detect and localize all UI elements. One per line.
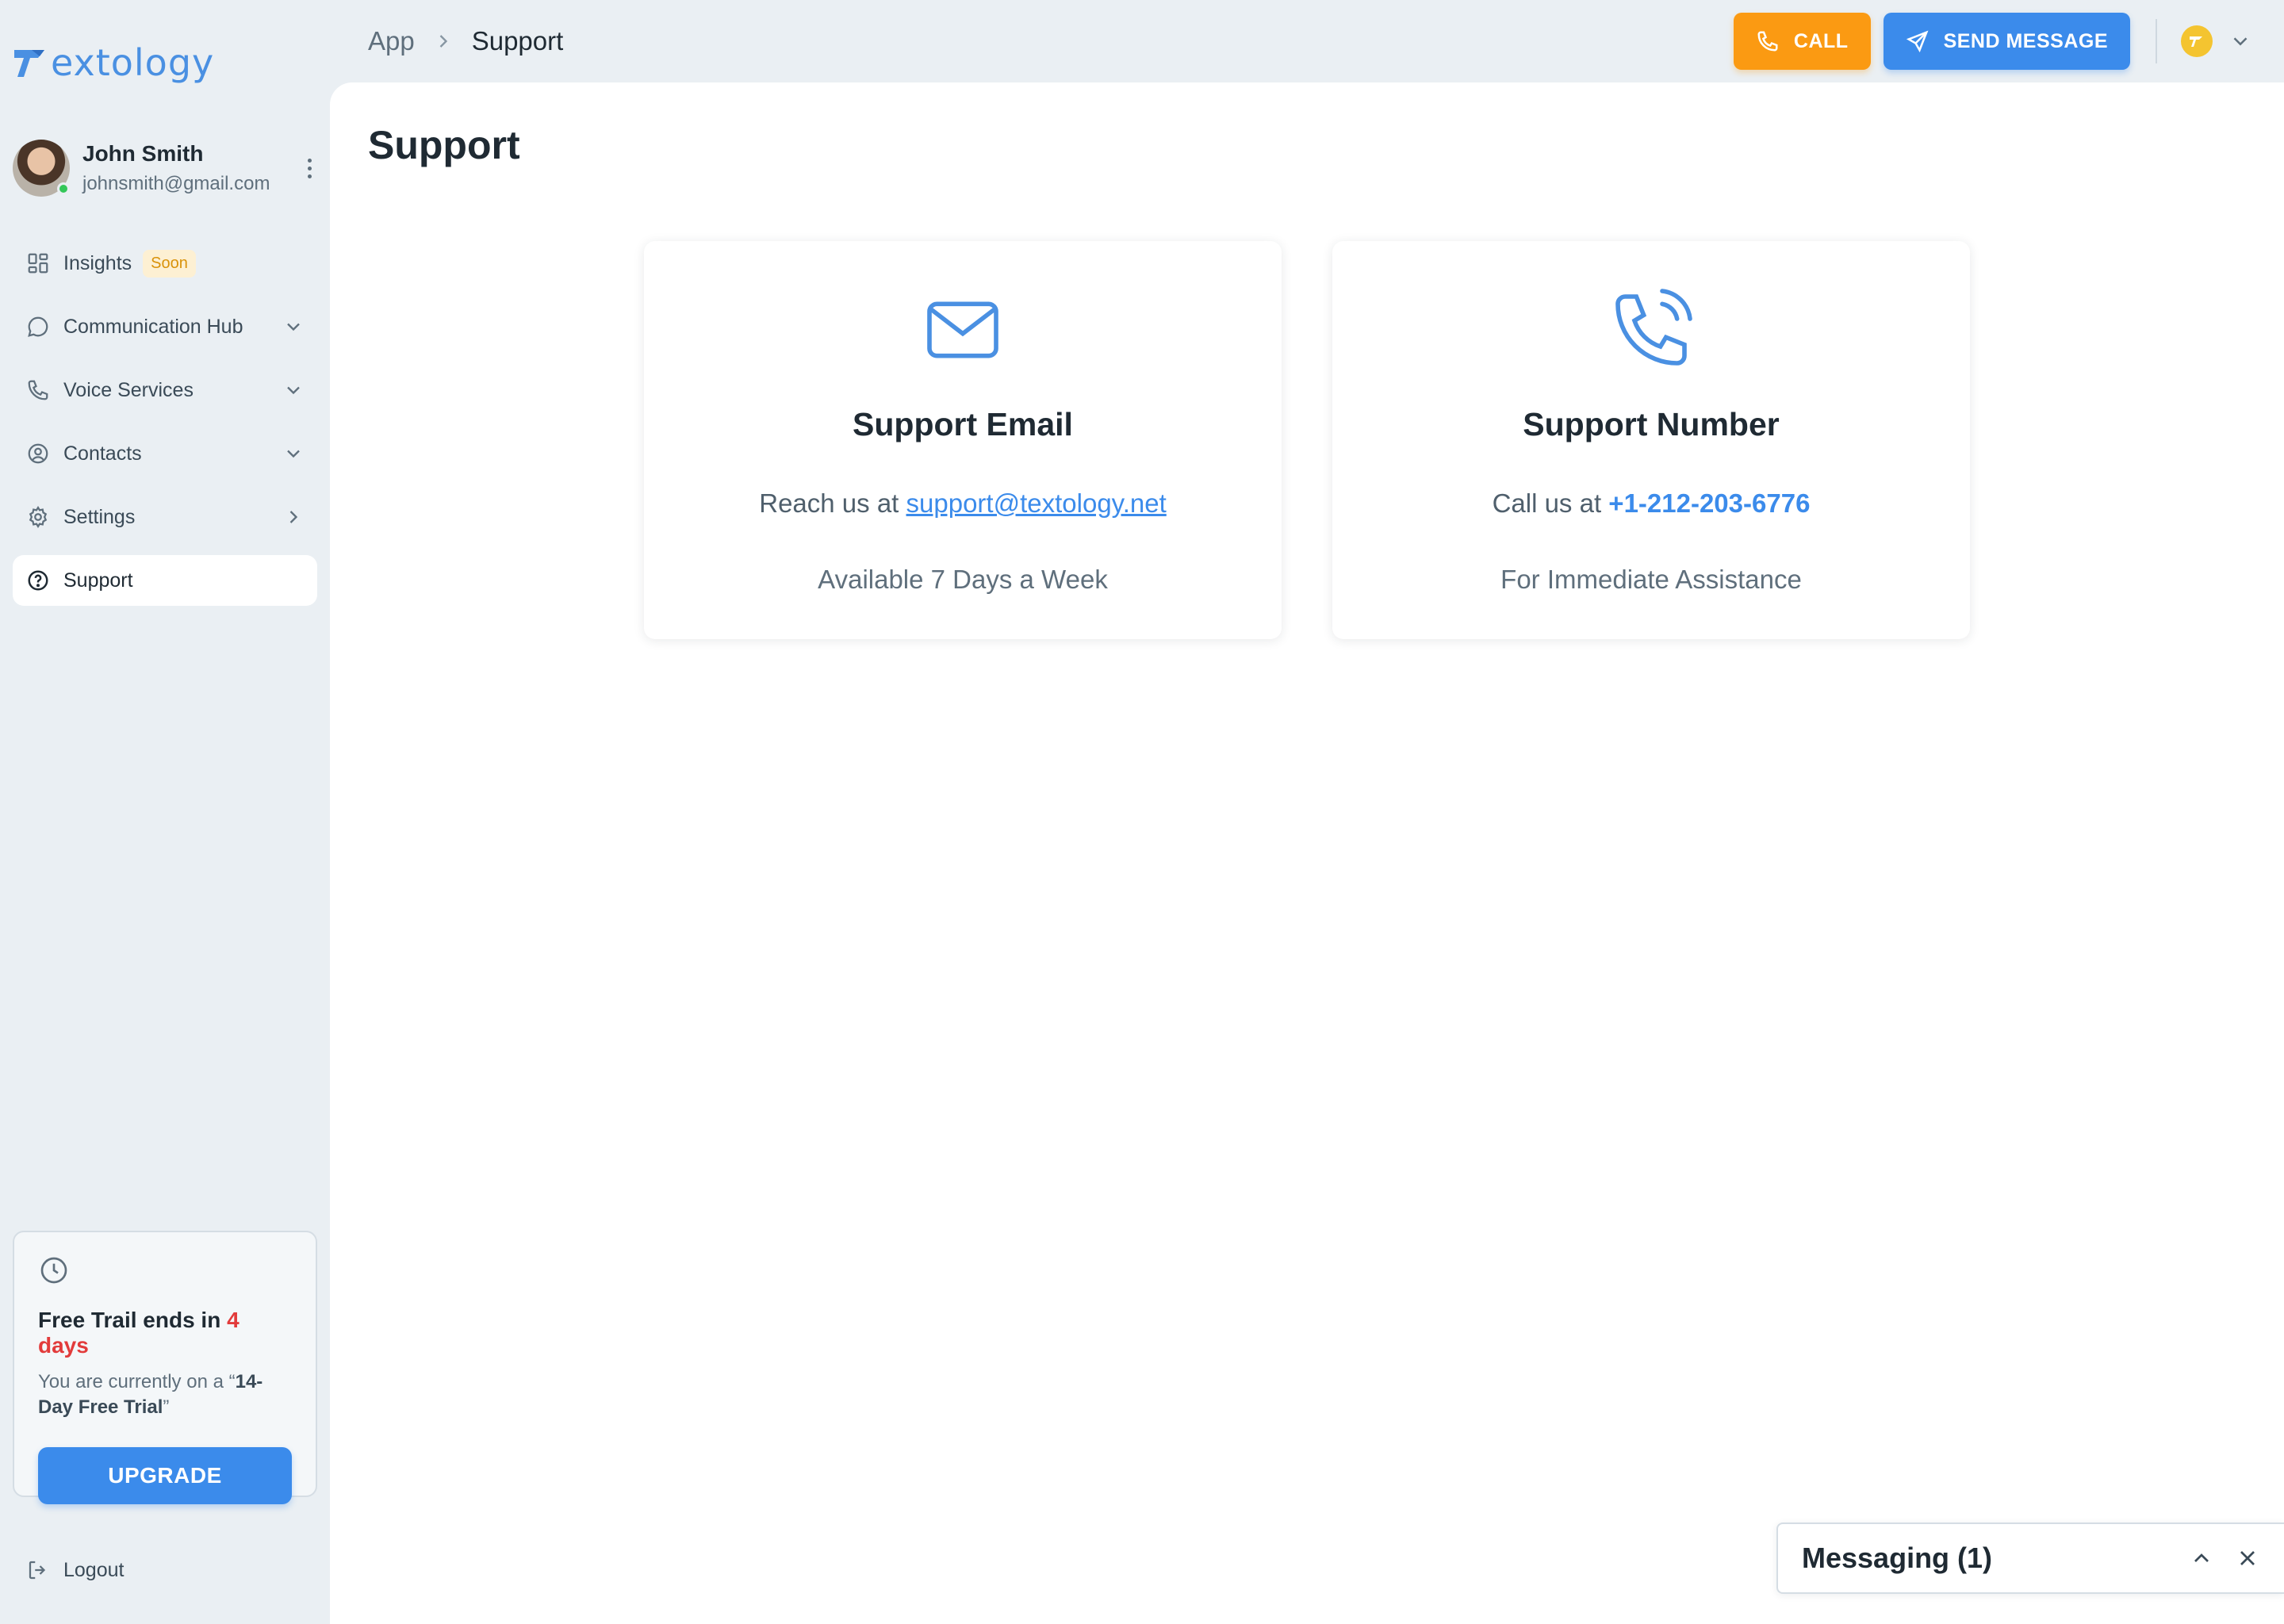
card-contact-line: Call us at +1-212-203-6776 [1492,488,1811,518]
logo-mark-icon [14,50,44,77]
sidebar-item-label: Contacts [63,442,142,465]
logout-icon [25,1557,51,1583]
user-profile[interactable]: John Smith johnsmith@gmail.com [13,136,317,200]
chevron-up-icon[interactable] [2189,1545,2214,1571]
close-icon[interactable] [2235,1545,2260,1571]
sidebar-item-settings[interactable]: Settings [13,492,317,542]
phone-icon [25,377,51,403]
more-options-icon[interactable] [301,158,317,178]
user-email: johnsmith@gmail.com [82,173,270,194]
sidebar-item-contacts[interactable]: Contacts [13,428,317,479]
chevron-right-icon [439,35,447,48]
phone-icon [1757,31,1778,52]
main-panel: Support Support Email Reach us at suppor… [330,82,2284,1624]
messaging-title: Messaging (1) [1802,1542,1993,1574]
send-message-button[interactable]: SEND MESSAGE [1883,13,2130,70]
sidebar-item-label: Voice Services [63,378,194,401]
phone-ringing-icon [1332,285,1970,374]
upgrade-button[interactable]: UPGRADE [38,1447,292,1504]
call-label: CALL [1793,29,1849,52]
chevron-down-icon[interactable] [282,442,305,465]
logo-text: extology [51,41,215,84]
trial-subtitle: You are currently on a “14-Day Free Tria… [38,1371,263,1418]
sidebar-item-voice-services[interactable]: Voice Services [13,365,317,416]
workspace-logo-icon[interactable] [2181,25,2213,57]
breadcrumb-current: Support [471,26,564,56]
envelope-icon [644,285,1282,374]
avatar [13,140,70,197]
sidebar-item-label: Settings [63,505,136,528]
support-email-card: Support Email Reach us at support@textol… [644,241,1282,639]
sidebar-item-label: Support [63,569,133,592]
chevron-down-icon[interactable] [282,316,305,338]
logout-button[interactable]: Logout [25,1557,124,1583]
sidebar-item-label: Insights [63,251,132,274]
card-title: Support Number [1523,406,1780,442]
breadcrumb-root[interactable]: App [368,26,415,56]
send-message-label: SEND MESSAGE [1943,29,2108,52]
support-phone-link[interactable]: +1-212-203-6776 [1608,488,1810,518]
question-circle-icon [25,568,51,593]
sidebar: extology John Smith johnsmith@gmail.com … [0,0,330,1624]
send-icon [1906,30,1929,53]
page-title: Support [368,123,520,167]
messaging-dock[interactable]: Messaging (1) [1776,1522,2284,1594]
card-note: Available 7 Days a Week [818,565,1108,594]
support-email-link[interactable]: support@textology.net [906,488,1167,518]
chevron-right-icon[interactable] [282,506,305,528]
clock-icon [40,1257,67,1284]
breadcrumb: App Support [368,22,563,60]
card-note: For Immediate Assistance [1500,565,1802,594]
chat-bubble-icon [25,314,51,339]
user-circle-icon [25,441,51,466]
chevron-down-icon[interactable] [282,379,305,401]
soon-badge: Soon [143,249,196,278]
top-actions: CALL SEND MESSAGE [1733,13,2252,70]
grid-icon [25,251,51,276]
call-button[interactable]: CALL [1733,13,1871,70]
chevron-down-icon[interactable] [2228,29,2252,53]
card-contact-line: Reach us at support@textology.net [759,488,1167,518]
sidebar-item-insights[interactable]: Insights Soon [13,238,317,289]
logo[interactable]: extology [13,35,214,90]
user-name: John Smith [82,141,204,166]
profile-text: John Smith johnsmith@gmail.com [82,141,301,195]
trial-card: Free Trail ends in 4 days You are curren… [13,1231,317,1504]
sidebar-item-label: Communication Hub [63,315,243,338]
trial-title: Free Trail ends in 4 days [38,1308,240,1358]
sidebar-nav: Insights Soon Communication Hub Voice Se… [13,238,317,619]
card-title: Support Email [853,406,1073,442]
toolbar-divider [2156,19,2157,63]
gear-icon [25,504,51,530]
sidebar-item-communication-hub[interactable]: Communication Hub [13,301,317,352]
support-number-card: Support Number Call us at +1-212-203-677… [1332,241,1970,639]
sidebar-item-support[interactable]: Support [13,555,317,606]
online-status-dot [57,182,70,195]
logout-label: Logout [63,1558,125,1581]
